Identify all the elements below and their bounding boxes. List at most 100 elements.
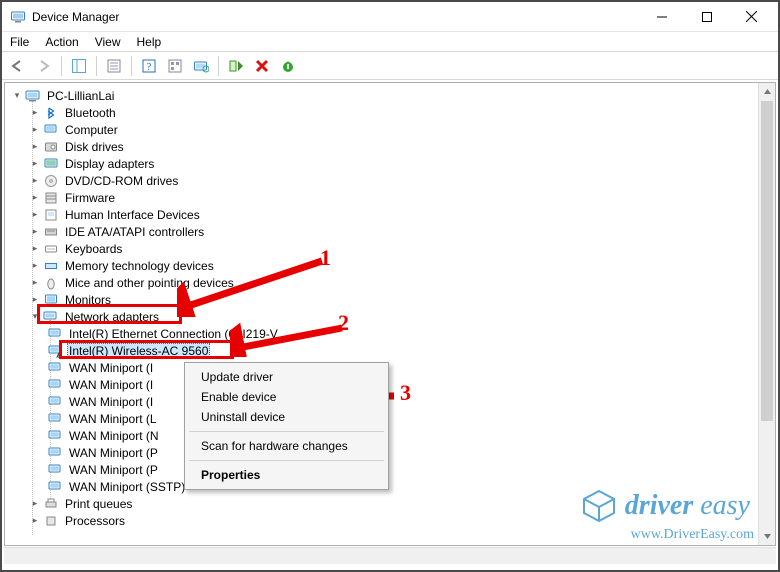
disk-icon <box>43 140 59 154</box>
menu-item-scan-hardware[interactable]: Scan for hardware changes <box>187 436 386 456</box>
toolbar-options-button[interactable] <box>163 54 187 78</box>
menu-view[interactable]: View <box>95 35 121 49</box>
svg-text:?: ? <box>147 61 152 73</box>
tree-item[interactable]: ▸Computer <box>9 121 758 138</box>
expand-icon[interactable]: ▸ <box>29 260 41 272</box>
toolbar-uninstall-button[interactable] <box>250 54 274 78</box>
menu-item-update-driver[interactable]: Update driver <box>187 367 386 387</box>
tree-item[interactable]: ▸IDE ATA/ATAPI controllers <box>9 223 758 240</box>
expand-icon[interactable]: ▸ <box>29 294 41 306</box>
menu-item-properties[interactable]: Properties <box>187 465 386 485</box>
expand-icon[interactable]: ▸ <box>29 498 41 510</box>
network-icon <box>47 395 63 409</box>
computer-icon <box>43 123 59 137</box>
network-icon <box>47 446 63 460</box>
toolbar-forward-button[interactable] <box>32 54 56 78</box>
tree-view[interactable]: ▾ PC-LillianLai ▸Bluetooth ▸Computer ▸Di… <box>4 82 776 546</box>
network-disabled-icon <box>47 344 63 358</box>
expand-icon[interactable]: ▸ <box>29 158 41 170</box>
vertical-scrollbar[interactable] <box>758 83 775 545</box>
printer-icon <box>43 497 59 511</box>
menu-help[interactable]: Help <box>137 35 162 49</box>
brand-logo-icon <box>581 488 617 524</box>
expand-icon[interactable]: ▸ <box>29 243 41 255</box>
network-icon <box>47 463 63 477</box>
ide-icon <box>43 225 59 239</box>
tree-item-label: Network adapters <box>63 310 161 324</box>
expand-icon[interactable]: ▸ <box>29 175 41 187</box>
brand-watermark: driver easy <box>581 488 750 524</box>
network-icon <box>47 480 63 494</box>
tree-item[interactable]: ▸Bluetooth <box>9 104 758 121</box>
mouse-icon <box>43 276 59 290</box>
close-button[interactable] <box>729 3 774 31</box>
cpu-icon <box>43 514 59 528</box>
tree-item-wireless-ac-9560[interactable]: Intel(R) Wireless-AC 9560 <box>9 342 758 359</box>
menu-file[interactable]: File <box>10 35 29 49</box>
expand-icon[interactable]: ▸ <box>29 141 41 153</box>
menu-item-uninstall-device[interactable]: Uninstall device <box>187 407 386 427</box>
network-icon <box>47 361 63 375</box>
menu-action[interactable]: Action <box>45 35 78 49</box>
expand-icon[interactable]: ▸ <box>29 124 41 136</box>
expand-icon[interactable]: ▸ <box>29 209 41 221</box>
toolbar-properties-button[interactable] <box>102 54 126 78</box>
expand-icon[interactable]: ▸ <box>29 107 41 119</box>
scrollbar-thumb[interactable] <box>761 101 773 421</box>
toolbar-back-button[interactable] <box>6 54 30 78</box>
title-bar: Device Manager <box>2 2 778 32</box>
network-icon <box>47 412 63 426</box>
tree-item[interactable]: ▸Keyboards <box>9 240 758 257</box>
display-icon <box>43 157 59 171</box>
tree-item[interactable]: ▸Disk drives <box>9 138 758 155</box>
toolbar-scan-button[interactable] <box>189 54 213 78</box>
horizontal-scrollbar[interactable] <box>4 547 776 564</box>
minimize-button[interactable] <box>639 3 684 31</box>
menu-bar: File Action View Help <box>2 32 778 52</box>
memory-icon <box>43 259 59 273</box>
tree-item-network-adapters[interactable]: ▾ Network adapters <box>9 308 758 325</box>
firmware-icon <box>43 191 59 205</box>
network-icon <box>47 378 63 392</box>
menu-item-enable-device[interactable]: Enable device <box>187 387 386 407</box>
monitor-icon <box>43 293 59 307</box>
toolbar-enable-button[interactable] <box>224 54 248 78</box>
tree-item[interactable]: ▸Display adapters <box>9 155 758 172</box>
window-title: Device Manager <box>32 10 119 24</box>
menu-separator <box>189 431 384 432</box>
network-icon <box>43 310 59 324</box>
tree-item[interactable]: ▸Human Interface Devices <box>9 206 758 223</box>
toolbar-show-hide-button[interactable] <box>67 54 91 78</box>
menu-separator <box>189 460 384 461</box>
collapse-icon[interactable]: ▾ <box>29 311 41 323</box>
context-menu: Update driver Enable device Uninstall de… <box>184 362 389 490</box>
tree-item[interactable]: ▸Monitors <box>9 291 758 308</box>
tree-item[interactable]: Intel(R) Ethernet Connection (6) I219-V <box>9 325 758 342</box>
expand-icon[interactable]: ▸ <box>29 226 41 238</box>
computer-icon <box>25 89 41 103</box>
network-icon <box>47 327 63 341</box>
tree-root[interactable]: ▾ PC-LillianLai <box>9 87 758 104</box>
app-icon <box>10 9 26 25</box>
toolbar-help-button[interactable]: ? <box>137 54 161 78</box>
hid-icon <box>43 208 59 222</box>
toolbar: ? <box>2 52 778 80</box>
keyboard-icon <box>43 242 59 256</box>
brand-url: www.DriverEasy.com <box>631 528 754 542</box>
toolbar-update-button[interactable] <box>276 54 300 78</box>
expand-icon[interactable]: ▸ <box>29 515 41 527</box>
expand-icon[interactable]: ▸ <box>29 277 41 289</box>
tree-item[interactable]: ▸Mice and other pointing devices <box>9 274 758 291</box>
dvd-icon <box>43 174 59 188</box>
tree-item[interactable]: ▸Firmware <box>9 189 758 206</box>
network-icon <box>47 429 63 443</box>
tree-item[interactable]: ▸Memory technology devices <box>9 257 758 274</box>
scroll-down-button[interactable] <box>759 528 775 545</box>
tree-item[interactable]: ▸DVD/CD-ROM drives <box>9 172 758 189</box>
bluetooth-icon <box>43 106 59 120</box>
tree-item-label: Intel(R) Wireless-AC 9560 <box>67 343 210 359</box>
maximize-button[interactable] <box>684 3 729 31</box>
collapse-icon[interactable]: ▾ <box>11 90 23 102</box>
scroll-up-button[interactable] <box>759 83 775 100</box>
expand-icon[interactable]: ▸ <box>29 192 41 204</box>
